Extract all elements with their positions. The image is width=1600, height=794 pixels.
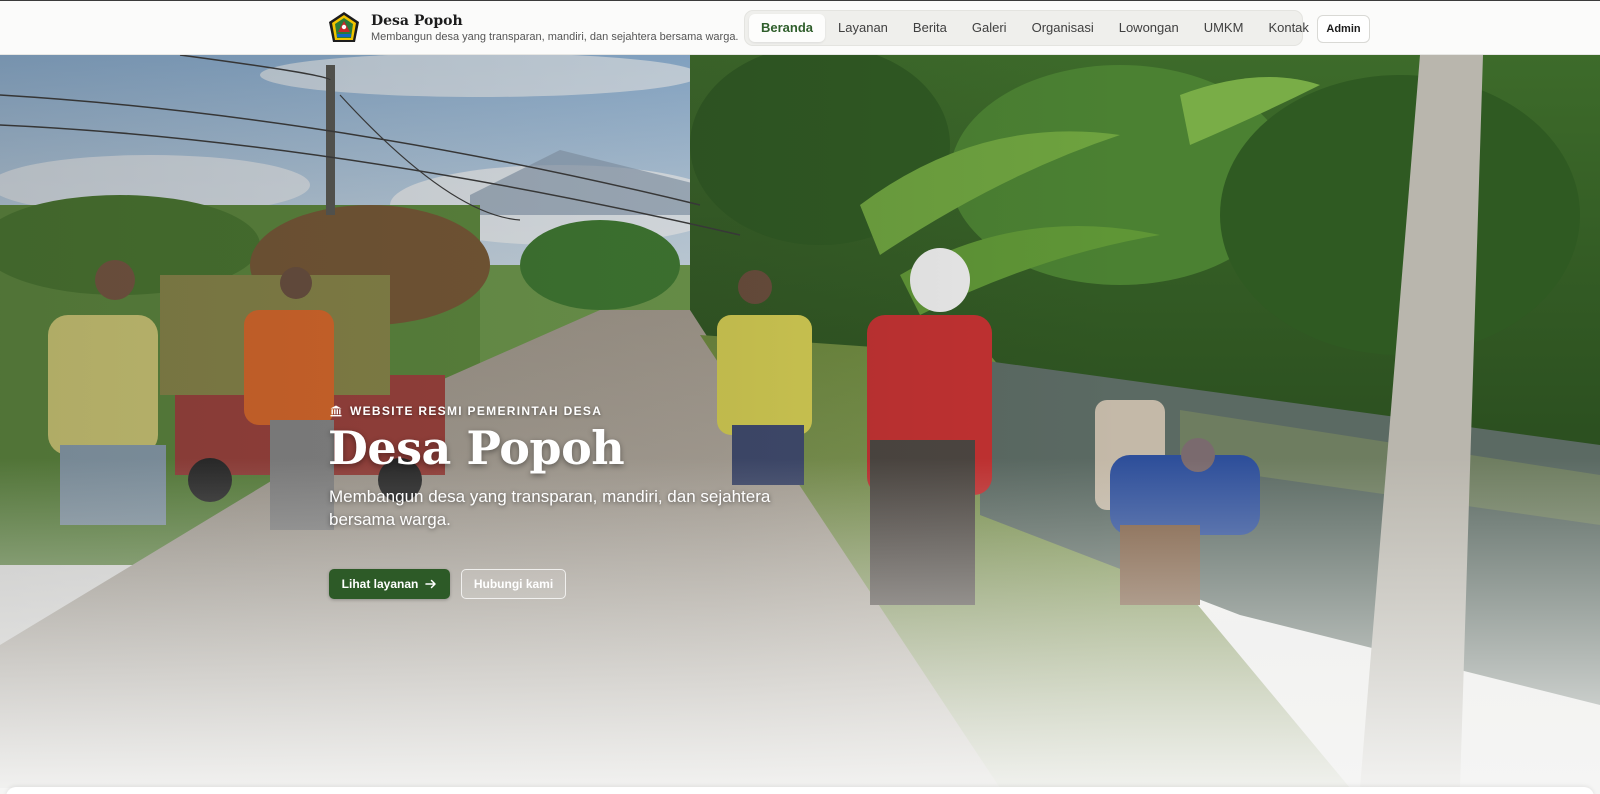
next-section-edge <box>6 787 1594 794</box>
arrow-right-icon <box>425 579 437 589</box>
main-nav: Beranda Layanan Berita Galeri Organisasi… <box>744 10 1309 46</box>
village-emblem-icon <box>329 12 359 42</box>
nav-item-umkm[interactable]: UMKM <box>1192 14 1256 42</box>
admin-button[interactable]: Admin <box>1317 15 1370 43</box>
view-services-button[interactable]: Lihat layanan <box>329 569 450 599</box>
nav-item-galeri[interactable]: Galeri <box>960 14 1019 42</box>
hero-fade-overlay <box>0 55 1600 788</box>
brand[interactable]: Desa Popoh Membangun desa yang transpara… <box>326 10 739 46</box>
government-building-icon <box>330 405 342 417</box>
nav-item-kontak[interactable]: Kontak <box>1256 14 1320 42</box>
nav-item-layanan[interactable]: Layanan <box>826 14 900 42</box>
site-name: Desa Popoh <box>371 13 463 29</box>
nav-item-organisasi[interactable]: Organisasi <box>1020 14 1106 42</box>
site-tagline: Membangun desa yang transparan, mandiri,… <box>371 31 739 43</box>
nav-item-berita[interactable]: Berita <box>901 14 959 42</box>
hero-title: Desa Popoh <box>328 421 625 475</box>
hero-eyebrow: WEBSITE RESMI PEMERINTAH DESA <box>330 404 602 418</box>
site-header: Desa Popoh Membangun desa yang transpara… <box>0 0 1600 55</box>
contact-us-button[interactable]: Hubungi kami <box>461 569 566 599</box>
nav-item-beranda[interactable]: Beranda <box>749 14 826 42</box>
nav-item-lowongan[interactable]: Lowongan <box>1107 14 1191 42</box>
hero-section: WEBSITE RESMI PEMERINTAH DESA Desa Popoh… <box>0 55 1600 788</box>
hero-eyebrow-text: WEBSITE RESMI PEMERINTAH DESA <box>350 404 603 418</box>
view-services-label: Lihat layanan <box>341 577 419 591</box>
hero-subtitle: Membangun desa yang transparan, mandiri,… <box>329 487 771 529</box>
